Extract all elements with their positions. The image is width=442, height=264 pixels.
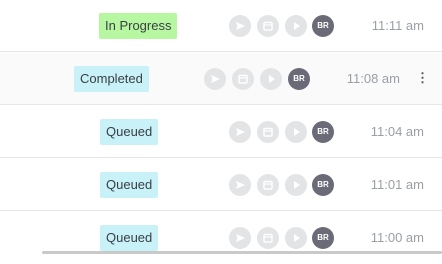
list-item[interactable]: Queued BR 11:04 am [0,106,442,158]
more-vertical-icon[interactable]: ⋮ [416,71,429,87]
send-icon[interactable] [229,15,251,37]
status-badge: Queued [100,172,159,198]
list-item[interactable]: Completed BR 11:08 am ⋮ [0,53,442,105]
status-badge: Completed [74,66,149,92]
send-icon[interactable] [229,227,251,249]
timestamp: 11:00 am [370,230,424,245]
calendar-icon[interactable] [232,68,254,90]
status-badge: In Progress [99,13,178,39]
play-icon[interactable] [285,15,307,37]
status-badge: Queued [100,225,159,251]
status-badge: Queued [100,119,159,145]
avatar[interactable]: BR [312,121,334,143]
send-icon[interactable] [229,174,251,196]
list-item[interactable]: In Progress BR 11:11 am [0,0,442,52]
calendar-icon[interactable] [257,174,279,196]
calendar-icon[interactable] [257,227,279,249]
play-icon[interactable] [285,227,307,249]
avatar[interactable]: BR [312,227,334,249]
play-icon[interactable] [285,174,307,196]
list-item[interactable]: Queued BR 11:00 am [0,212,442,264]
calendar-icon[interactable] [257,15,279,37]
timestamp: 11:11 am [371,18,424,33]
send-icon[interactable] [229,121,251,143]
avatar[interactable]: BR [288,68,310,90]
play-icon[interactable] [260,68,282,90]
calendar-icon[interactable] [257,121,279,143]
avatar[interactable]: BR [312,174,334,196]
timestamp: 11:04 am [370,124,424,139]
timestamp: 11:01 am [370,177,424,192]
avatar[interactable]: BR [312,15,334,37]
send-icon[interactable] [204,68,226,90]
play-icon[interactable] [285,121,307,143]
timestamp: 11:08 am [346,71,400,86]
list-item[interactable]: Queued BR 11:01 am [0,159,442,211]
